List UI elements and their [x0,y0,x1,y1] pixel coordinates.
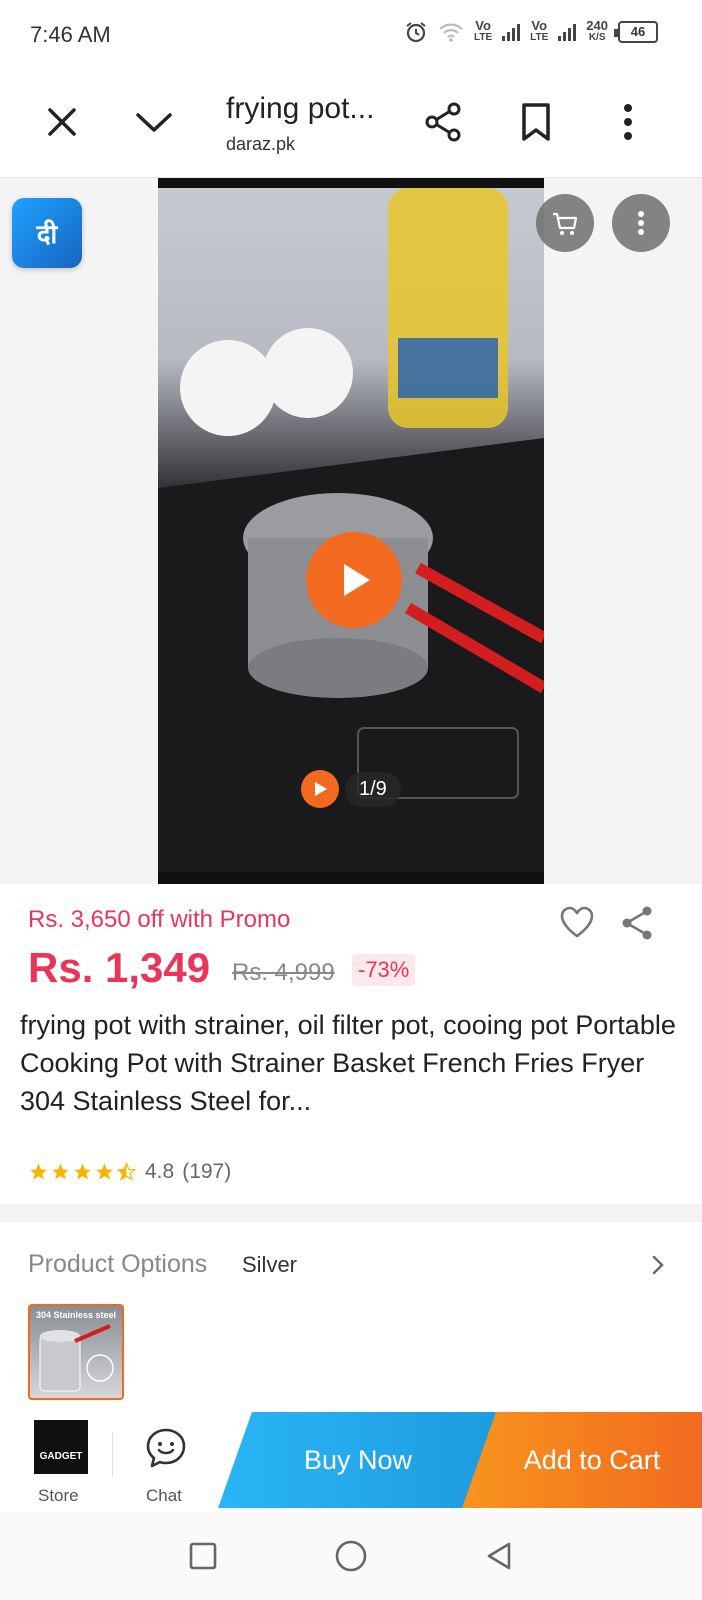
review-count: (197) [182,1160,232,1183]
signal-1-icon [502,23,521,41]
system-nav-bar [0,1512,702,1600]
browser-toolbar: frying pot... daraz.pk [0,70,702,178]
more-vertical-icon[interactable] [606,100,650,144]
star-icon [52,1163,69,1180]
network-2-label: Vo LTE [530,18,549,43]
selected-option: Silver [242,1252,298,1277]
share-icon[interactable] [618,904,656,942]
thumbnail-caption: 304 Stainless steel [36,1310,117,1320]
add-to-cart-button[interactable]: Add to Cart [462,1412,702,1508]
wifi-icon [439,23,463,42]
star-icon [96,1163,113,1180]
app-logo[interactable]: दी [12,198,82,268]
buy-now-button[interactable]: Buy Now [218,1412,498,1508]
store-logo[interactable]: GADGET [34,1420,88,1474]
divider [112,1432,113,1476]
small-play-icon [301,770,339,808]
bottom-action-bar: GADGET Store Chat Buy Now Add to Cart [0,1412,702,1512]
play-icon [344,564,370,596]
bookmark-icon[interactable] [514,100,558,144]
play-video-button[interactable] [306,532,402,628]
share-icon[interactable] [422,100,466,144]
option-thumbnail[interactable]: 304 Stainless steel [28,1304,124,1400]
media-counter-text: 1/9 [345,771,401,807]
recent-apps-icon[interactable] [187,1540,219,1572]
status-icons: Vo LTE Vo LTE 240 K/S 46 [404,18,658,44]
network-1-label: Vo LTE [473,18,493,43]
star-half-icon [116,1162,137,1181]
status-bar: 7:46 AM Vo LTE Vo LTE 240 K/S 46 [0,0,702,70]
heart-icon[interactable] [558,904,596,940]
options-label: Product Options [28,1250,208,1278]
chat-icon[interactable] [144,1426,188,1470]
original-price: Rs. 4,999 [232,959,335,986]
product-info: Rs. 3,650 off with Promo Rs. 1,349 Rs. 4… [0,884,702,1204]
star-icon [30,1163,47,1180]
product-title: frying pot with strainer, oil filter pot… [20,1010,676,1116]
rating-stars [28,1162,137,1182]
page-title: frying pot... [226,92,375,125]
chevron-right-icon[interactable] [648,1252,668,1278]
product-rating[interactable]: 4.8 (197) [28,1160,231,1184]
store-label[interactable]: Store [38,1486,79,1506]
alarm-icon [406,22,426,43]
close-icon[interactable] [40,100,84,144]
current-price: Rs. 1,349 [28,944,211,991]
home-icon[interactable] [333,1538,369,1574]
media-more-button[interactable] [612,194,670,252]
promo-text: Rs. 3,650 off with Promo [28,906,291,933]
product-media: दी 1/9 [0,178,702,884]
media-counter: 1/9 [301,768,401,810]
product-video[interactable]: 1/9 [158,178,544,884]
page-url: daraz.pk [226,134,296,154]
battery-icon: 46 [614,21,658,43]
star-icon [74,1163,91,1180]
cart-button[interactable] [536,194,594,252]
rating-value: 4.8 [145,1160,175,1183]
chat-label[interactable]: Chat [146,1486,182,1506]
status-time: 7:46 AM [30,22,111,47]
back-icon[interactable] [483,1540,515,1572]
cart-icon [553,212,578,235]
network-speed: 240 K/S [586,18,608,43]
signal-2-icon [558,23,577,41]
product-options[interactable]: Product Options Silver 304 Stainless ste… [0,1222,702,1412]
chevron-down-icon[interactable] [132,100,176,144]
more-vertical-icon [638,211,644,235]
discount-badge: -73% [352,954,416,986]
